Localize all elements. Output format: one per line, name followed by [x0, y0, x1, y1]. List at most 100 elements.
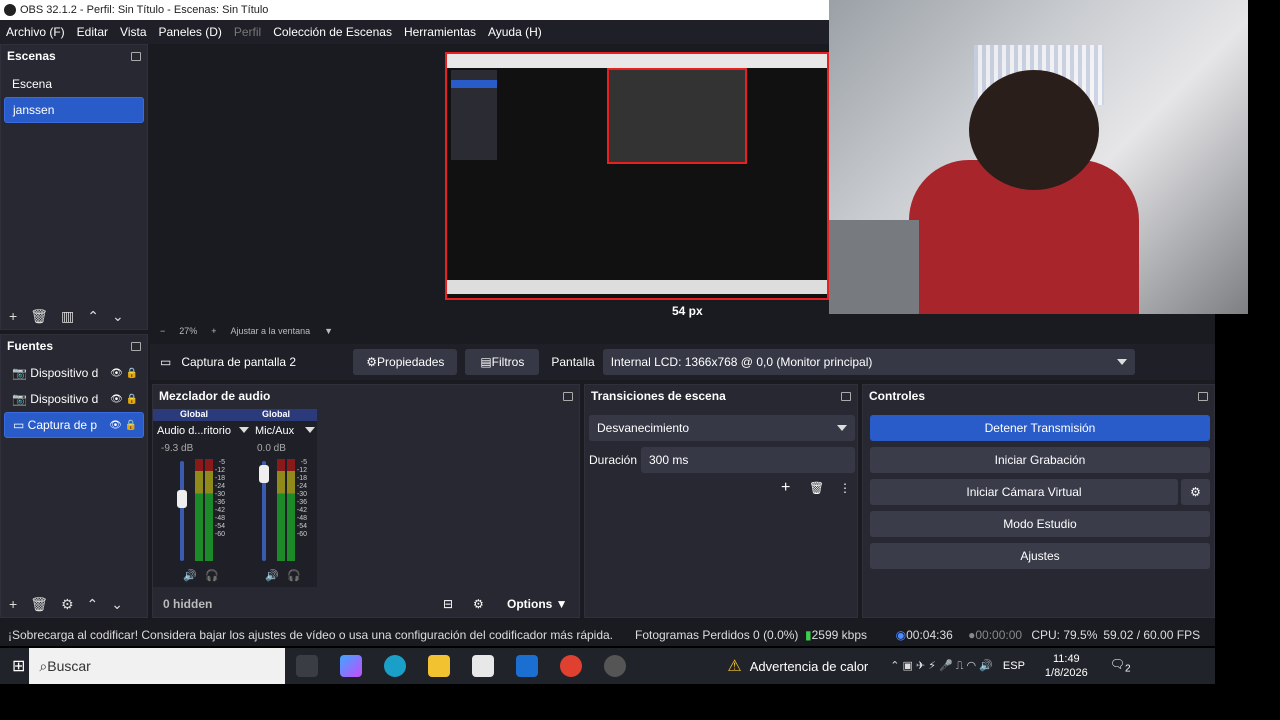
headphones-icon[interactable]: 🎧 — [287, 569, 301, 582]
taskbar-search[interactable]: ⌕ Buscar — [29, 648, 286, 684]
undock-icon[interactable] — [1198, 391, 1208, 401]
channel-db: 0.0 dB — [257, 443, 286, 454]
transition-select[interactable]: Desvanecimiento — [589, 415, 855, 441]
notification-icon[interactable]: 🗨2 — [1110, 657, 1131, 674]
more-icon[interactable]: ⋮ — [839, 481, 851, 495]
menu-herramientas[interactable]: Herramientas — [398, 25, 482, 39]
eye-icon[interactable]: 👁 — [110, 394, 123, 405]
up-icon[interactable]: ⌃ — [87, 308, 99, 325]
task-view-icon[interactable] — [296, 655, 319, 677]
scenes-toolbar: + 🗑 ▥ ⌃ ⌄ — [1, 303, 147, 329]
fit-label[interactable]: Ajustar a la ventana — [231, 326, 311, 336]
options-button[interactable]: Options ▼ — [507, 597, 568, 611]
eye-icon[interactable]: 👁 — [110, 368, 123, 379]
menu-perfil[interactable]: Perfil — [228, 25, 267, 39]
source-item-selected[interactable]: ▭ Captura de p 👁 🔒 — [4, 412, 144, 438]
chrome-icon[interactable] — [560, 655, 583, 677]
down-icon[interactable]: ⌄ — [112, 308, 124, 325]
scale-tick: -48 — [214, 515, 225, 522]
filters-button[interactable]: ▤ Filtros — [465, 349, 540, 375]
start-virtual-camera-button[interactable]: Iniciar Cámara Virtual — [870, 479, 1178, 505]
source-item[interactable]: 📷 Dispositivo d 👁 🔒 — [4, 360, 144, 386]
headphones-icon[interactable]: 🎧 — [205, 569, 219, 582]
windows-start-icon[interactable]: ⊞ — [12, 656, 25, 676]
menu-editar[interactable]: Editar — [71, 25, 114, 39]
down-icon[interactable]: ⌄ — [111, 596, 123, 613]
lock-icon[interactable]: 🔒 — [125, 420, 137, 431]
outlook-icon[interactable] — [516, 655, 539, 677]
copilot-icon[interactable] — [340, 655, 363, 677]
scene-item[interactable]: Escena — [4, 71, 144, 97]
studio-mode-button[interactable]: Modo Estudio — [870, 511, 1210, 537]
camera-icon: 📷 — [12, 392, 31, 406]
fps: 59.02 / 60.00 FPS — [1103, 628, 1201, 642]
speaker-icon[interactable]: 🔊 — [183, 569, 197, 582]
source-item[interactable]: 📷 Dispositivo d 👁 🔒 — [4, 386, 144, 412]
heat-warning[interactable]: Advertencia de calor — [750, 659, 869, 674]
lock-icon[interactable]: 🔒 — [126, 368, 138, 379]
zoom-in-icon[interactable]: + — [211, 326, 216, 336]
chevron-down-icon[interactable] — [239, 427, 249, 433]
edge-icon[interactable] — [384, 655, 407, 677]
channel-name[interactable]: Mic/Aux — [255, 425, 294, 437]
menu-coleccion[interactable]: Colección de Escenas — [267, 25, 398, 39]
speaker-icon[interactable]: 🔊 — [265, 569, 279, 582]
volume-slider-knob[interactable] — [259, 465, 269, 484]
obs-icon[interactable] — [604, 655, 627, 677]
transitions-title: Transiciones de escena — [591, 389, 726, 403]
scene-item-selected[interactable]: janssen — [4, 97, 144, 123]
chevron-down-icon[interactable] — [305, 427, 315, 433]
display-select[interactable]: Internal LCD: 1366x768 @ 0,0 (Monitor pr… — [602, 349, 1135, 375]
menu-paneles[interactable]: Paneles (D) — [153, 25, 228, 39]
zoom-out-icon[interactable]: − — [160, 326, 165, 336]
add-icon[interactable]: + — [9, 308, 17, 324]
menu-archivo[interactable]: Archivo (F) — [0, 25, 71, 39]
mixer-title: Mezclador de audio — [159, 389, 271, 403]
trash-icon[interactable]: 🗑 — [30, 596, 48, 613]
window-title: OBS 32.1.2 - Perfil: Sin Título - Escena… — [20, 4, 269, 16]
undock-icon[interactable] — [131, 341, 141, 351]
gear-icon[interactable]: ⚙ — [1181, 479, 1210, 505]
add-icon[interactable]: + — [781, 479, 790, 497]
scale-tick: -60 — [214, 531, 225, 538]
eye-icon[interactable]: 👁 — [109, 420, 122, 431]
undock-icon[interactable] — [131, 51, 141, 61]
layout-icon[interactable]: ⊟ — [443, 597, 453, 611]
trash-icon[interactable]: 🗑 — [809, 481, 824, 495]
screen-capture-preview[interactable] — [445, 52, 829, 300]
warning-icon: ⚠ — [727, 658, 742, 675]
up-icon[interactable]: ⌃ — [87, 596, 99, 613]
chevron-down-icon[interactable]: ▼ — [324, 326, 333, 336]
gear-icon[interactable]: ⚙ — [473, 597, 484, 611]
channel-name[interactable]: Audio d...ritorio — [157, 425, 231, 437]
undock-icon[interactable] — [841, 391, 851, 401]
menu-vista[interactable]: Vista — [114, 25, 152, 39]
file-explorer-icon[interactable] — [428, 655, 451, 677]
scale-tick: -24 — [214, 483, 225, 490]
properties-button[interactable]: ⚙ Propiedades — [353, 349, 458, 375]
level-meter — [195, 459, 203, 561]
tray-icons[interactable]: ⌃ ▣ ✈ ⚡ 🎤 ⎍ ◠ 🔊 — [890, 659, 993, 673]
stop-streaming-button[interactable]: Detener Transmisión — [870, 415, 1210, 441]
language-indicator[interactable]: ESP — [1003, 660, 1025, 672]
filter-icon: ▤ — [480, 355, 492, 369]
zoom-level: 27% — [179, 326, 198, 336]
settings-button[interactable]: Ajustes — [870, 543, 1210, 569]
menu-ayuda[interactable]: Ayuda (H) — [482, 25, 548, 39]
store-icon[interactable] — [472, 655, 495, 677]
undock-icon[interactable] — [563, 391, 573, 401]
gear-icon[interactable]: ⚙ — [61, 596, 74, 613]
volume-slider-knob[interactable] — [177, 489, 187, 508]
duration-input[interactable]: 300 ms — [641, 447, 855, 473]
clock[interactable]: 11:49 1/8/2026 — [1045, 652, 1088, 680]
lock-icon[interactable]: 🔒 — [126, 394, 138, 405]
scale-tick: -36 — [296, 499, 307, 506]
start-recording-button[interactable]: Iniciar Grabación — [870, 447, 1210, 473]
volume-slider[interactable] — [180, 461, 184, 561]
scale-tick: -5 — [218, 459, 225, 466]
trash-icon[interactable]: 🗑 — [30, 308, 48, 325]
add-icon[interactable]: + — [9, 596, 17, 612]
filter-icon[interactable]: ▥ — [61, 308, 74, 325]
scale-tick: -5 — [300, 459, 307, 466]
scale-tick: -18 — [214, 475, 225, 482]
